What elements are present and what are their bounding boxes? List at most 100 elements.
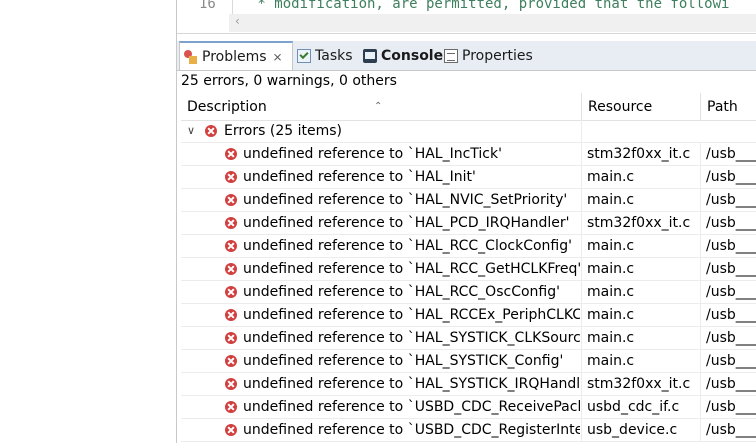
resource-cell: main.c — [581, 304, 699, 326]
console-icon — [363, 48, 377, 63]
error-icon — [225, 401, 237, 413]
path-cell: /usb___/ — [700, 143, 756, 165]
description-cell: undefined reference to `USBD_CDC_Registe… — [181, 419, 580, 441]
description-text: undefined reference to `HAL_Init' — [243, 169, 476, 185]
table-row[interactable]: undefined reference to `HAL_RCCEx_Periph… — [181, 304, 756, 327]
path-cell: /usb___/ — [700, 396, 756, 418]
error-icon — [225, 263, 237, 275]
error-icon — [225, 217, 237, 229]
description-text: undefined reference to `HAL_IncTick' — [243, 146, 502, 162]
table-row[interactable]: undefined reference to `USBD_CDC_Registe… — [181, 419, 756, 442]
error-icon — [225, 240, 237, 252]
problems-table: Description ⌃ Resource Path ∨ Errors (25… — [181, 93, 756, 443]
resource-cell: main.c — [581, 189, 699, 211]
path-cell: /usb___/ — [700, 373, 756, 395]
table-row[interactable]: undefined reference to `HAL_RCC_GetHCLKF… — [181, 258, 756, 281]
description-text: undefined reference to `HAL_SYSTICK_CLKS… — [243, 330, 580, 346]
resource-cell: stm32f0xx_it.c — [581, 212, 699, 234]
description-text: undefined reference to `HAL_SYSTICK_IRQH… — [243, 376, 580, 392]
resource-cell: main.c — [581, 235, 699, 257]
column-header-description-label: Description — [187, 99, 267, 115]
column-header-path[interactable]: Path — [700, 93, 756, 120]
tab-properties[interactable]: Properties — [444, 41, 533, 70]
table-row[interactable]: undefined reference to `HAL_SYSTICK_CLKS… — [181, 327, 756, 350]
group-row-errors[interactable]: ∨ Errors (25 items) — [181, 120, 756, 143]
path-cell: /usb___/ — [700, 235, 756, 257]
view-tab-bar: Problems ⨯ Tasks Console Properties — [177, 41, 756, 71]
description-text: undefined reference to `USBD_CDC_Registe… — [243, 422, 580, 438]
description-text: undefined reference to `HAL_RCC_OscConfi… — [243, 284, 560, 300]
editor-horizontal-scrollbar[interactable]: ‹ — [229, 14, 756, 32]
tab-tasks-label: Tasks — [315, 47, 353, 64]
error-icon — [225, 171, 237, 183]
line-number: 16 — [199, 0, 216, 12]
table-row[interactable]: undefined reference to `HAL_RCC_ClockCon… — [181, 235, 756, 258]
resource-cell: main.c — [581, 166, 699, 188]
error-icon — [225, 148, 237, 160]
path-cell: /usb___/ — [700, 281, 756, 303]
description-text: undefined reference to `HAL_NVIC_SetPrio… — [243, 192, 568, 208]
table-row[interactable]: undefined reference to `HAL_NVIC_SetPrio… — [181, 189, 756, 212]
left-pane — [0, 0, 176, 443]
group-description-cell: ∨ Errors (25 items) — [181, 120, 580, 142]
description-text: undefined reference to `HAL_RCC_GetHCLKF… — [243, 261, 580, 277]
error-icon — [225, 286, 237, 298]
group-label: Errors (25 items) — [224, 123, 342, 139]
path-cell: /usb___/ — [700, 350, 756, 372]
description-text: undefined reference to `HAL_PCD_IRQHandl… — [243, 215, 570, 231]
description-cell: undefined reference to `HAL_RCC_GetHCLKF… — [181, 258, 580, 280]
table-row[interactable]: undefined reference to `USBD_CDC_Receive… — [181, 396, 756, 419]
description-text: undefined reference to `HAL_RCCEx_Periph… — [243, 307, 580, 323]
path-cell: /usb___/ — [700, 212, 756, 234]
scroll-left-icon[interactable]: ‹ — [235, 14, 240, 28]
path-cell: /usb___/ — [700, 189, 756, 211]
tab-problems[interactable]: Problems ⨯ — [179, 41, 293, 70]
table-row[interactable]: undefined reference to `HAL_SYSTICK_Conf… — [181, 350, 756, 373]
table-row[interactable]: undefined reference to `HAL_RCC_OscConfi… — [181, 281, 756, 304]
description-cell: undefined reference to `HAL_PCD_IRQHandl… — [181, 212, 580, 234]
path-cell: /usb___/ — [700, 166, 756, 188]
column-header-description[interactable]: Description ⌃ — [181, 93, 580, 120]
resource-cell: main.c — [581, 327, 699, 349]
resource-cell: usb_device.c — [581, 419, 699, 441]
tab-tasks[interactable]: Tasks — [297, 41, 353, 70]
properties-icon — [444, 48, 458, 63]
description-cell: undefined reference to `HAL_RCCEx_Periph… — [181, 304, 580, 326]
resource-cell: main.c — [581, 258, 699, 280]
description-cell: undefined reference to `HAL_IncTick' — [181, 143, 580, 165]
table-row[interactable]: undefined reference to `HAL_PCD_IRQHandl… — [181, 212, 756, 235]
error-icon — [205, 125, 217, 137]
code-editor[interactable]: 16 * modification, are permitted, provid… — [177, 0, 756, 34]
table-header: Description ⌃ Resource Path — [181, 93, 756, 121]
code-line[interactable]: * modification, are permitted, provided … — [249, 0, 729, 12]
table-row[interactable]: undefined reference to `HAL_IncTick' stm3… — [181, 143, 756, 166]
tab-problems-label: Problems — [202, 48, 267, 65]
error-icon — [225, 378, 237, 390]
description-text: undefined reference to `HAL_SYSTICK_Conf… — [243, 353, 564, 369]
error-icon — [225, 332, 237, 344]
tab-console[interactable]: Console — [363, 41, 443, 70]
path-cell: /usb___/ — [700, 327, 756, 349]
problems-summary: 25 errors, 0 warnings, 0 others — [181, 73, 397, 89]
resource-cell: main.c — [581, 281, 699, 303]
tab-properties-label: Properties — [462, 47, 533, 64]
path-cell: /usb___/ — [700, 419, 756, 441]
description-cell: undefined reference to `USBD_CDC_Receive… — [181, 396, 580, 418]
table-row[interactable]: undefined reference to `HAL_SYSTICK_IRQH… — [181, 373, 756, 396]
path-cell: /usb___/ — [700, 304, 756, 326]
tasks-icon — [297, 48, 311, 63]
problems-icon — [184, 49, 198, 64]
resource-cell: main.c — [581, 350, 699, 372]
column-header-resource[interactable]: Resource — [581, 93, 700, 120]
description-cell: undefined reference to `HAL_SYSTICK_CLKS… — [181, 327, 580, 349]
table-row[interactable]: undefined reference to `HAL_Init' main.c /… — [181, 166, 756, 189]
resource-cell: usbd_cdc_if.c — [581, 396, 699, 418]
description-text: undefined reference to `HAL_RCC_ClockCon… — [243, 238, 572, 254]
gutter-divider — [232, 0, 233, 14]
close-icon[interactable]: ⨯ — [273, 50, 283, 64]
tab-console-label: Console — [381, 47, 444, 64]
group-resource-cell — [581, 120, 699, 142]
description-cell: undefined reference to `HAL_SYSTICK_IRQH… — [181, 373, 580, 395]
chevron-down-icon[interactable]: ∨ — [187, 120, 195, 142]
resource-cell: stm32f0xx_it.c — [581, 373, 699, 395]
